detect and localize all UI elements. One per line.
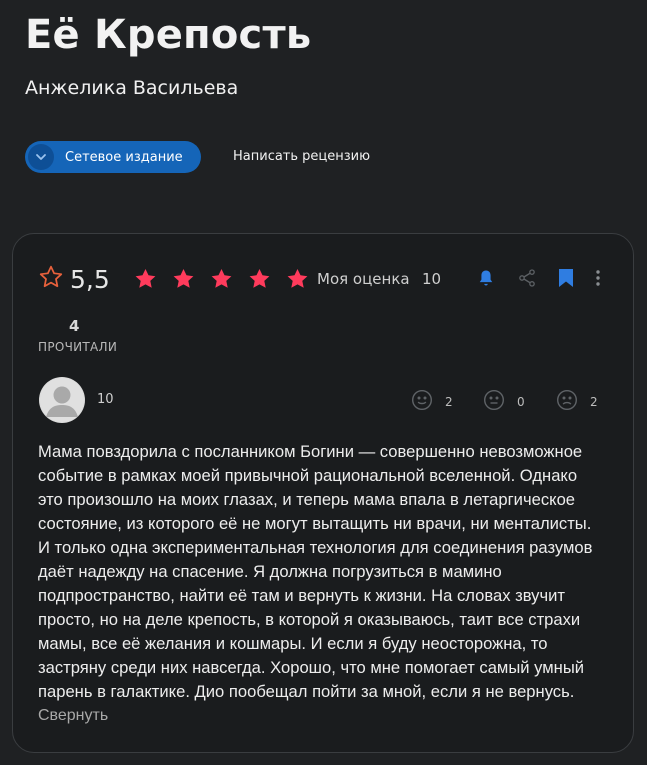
chevron-down-icon <box>28 144 54 170</box>
rating-summary: 5,5 <box>38 262 110 296</box>
reaction-count: 2 <box>590 394 598 409</box>
book-annotation: Мама повздорила с посланником Богини — с… <box>38 442 593 701</box>
reaction-neutral[interactable]: 0 <box>483 389 525 414</box>
book-title: Её Крепость <box>25 12 312 58</box>
collapse-link[interactable]: Свернуть <box>38 707 108 725</box>
star-outline-icon <box>38 264 64 294</box>
rating-value: 5,5 <box>70 264 110 294</box>
bell-icon[interactable] <box>475 267 497 289</box>
readers-label: ПРОЧИТАЛИ <box>38 340 118 354</box>
share-icon[interactable] <box>516 267 538 289</box>
star-icon[interactable] <box>171 267 196 295</box>
avatar[interactable] <box>39 377 85 423</box>
reaction-smile[interactable]: 2 <box>411 389 453 414</box>
reviewer-score: 10 <box>97 392 114 407</box>
book-card: 5,5 Моя оценка 10 4 ПРОЧИТАЛИ 10 2 0 2 М… <box>12 233 634 753</box>
neutral-face-icon <box>483 389 505 414</box>
user-star-rating[interactable] <box>133 267 310 295</box>
bookmark-icon[interactable] <box>555 267 577 289</box>
star-icon[interactable] <box>133 267 158 295</box>
my-rating-label: Моя оценка <box>317 270 410 288</box>
star-icon[interactable] <box>285 267 310 295</box>
star-icon[interactable] <box>209 267 234 295</box>
readers-count: 4 <box>69 317 80 335</box>
book-author[interactable]: Анжелика Васильева <box>25 77 238 99</box>
sad-face-icon <box>556 389 578 414</box>
reaction-sad[interactable]: 2 <box>556 389 598 414</box>
star-icon[interactable] <box>247 267 272 295</box>
smile-icon <box>411 389 433 414</box>
reaction-count: 2 <box>445 394 453 409</box>
write-review-link[interactable]: Написать рецензию <box>233 149 370 164</box>
more-icon[interactable] <box>587 267 609 289</box>
edition-label: Сетевое издание <box>65 149 183 165</box>
my-rating-value: 10 <box>422 270 442 288</box>
edition-button[interactable]: Сетевое издание <box>25 141 201 173</box>
reaction-count: 0 <box>517 394 525 409</box>
